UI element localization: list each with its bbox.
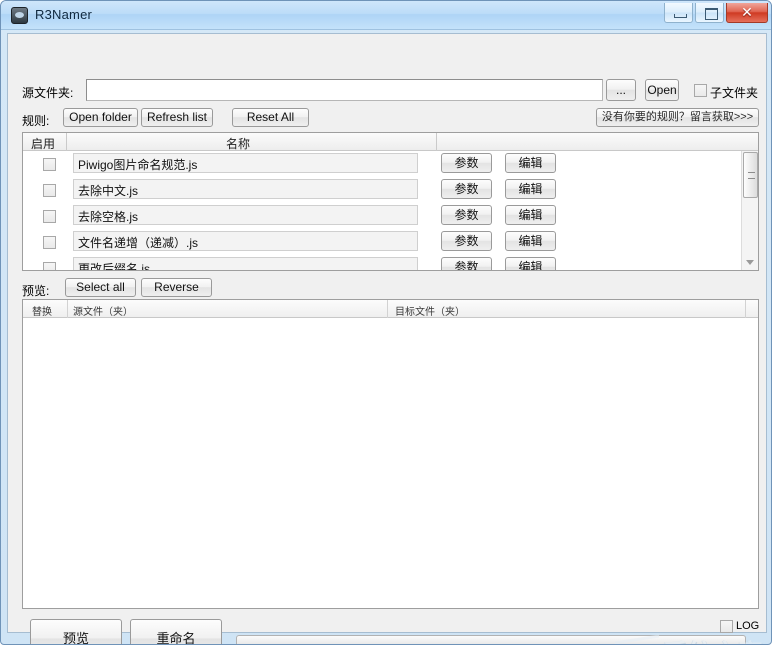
minimize-button[interactable] xyxy=(664,3,693,23)
app-window: R3Namer ✕ 源文件夹: ... Open 子文件夹 规则: Open f… xyxy=(0,0,772,645)
preview-table-header: 替换 源文件（夹） 目标文件（夹） xyxy=(23,300,758,318)
rule-param-button[interactable]: 参数 xyxy=(441,179,492,199)
log-label: LOG xyxy=(736,620,760,632)
header-divider xyxy=(67,300,68,318)
client-area: 源文件夹: ... Open 子文件夹 规则: Open folder Refr… xyxy=(7,33,767,644)
scrollbar-thumb[interactable] xyxy=(743,152,758,198)
source-folder-input[interactable] xyxy=(86,79,603,101)
reset-all-button[interactable]: Reset All xyxy=(232,108,309,127)
rule-enable-checkbox[interactable] xyxy=(43,262,56,270)
subfolder-checkbox[interactable] xyxy=(694,84,707,97)
rule-enable-checkbox[interactable] xyxy=(43,184,56,197)
rule-name-field[interactable]: 去除空格.js xyxy=(73,205,418,225)
rules-list-header: 启用 名称 xyxy=(23,133,758,151)
maximize-button[interactable] xyxy=(695,3,724,23)
table-row[interactable]: Piwigo图片命名规范.js 参数 编辑 xyxy=(23,151,743,177)
log-checkbox[interactable] xyxy=(720,620,733,633)
select-all-button[interactable]: Select all xyxy=(65,278,136,297)
rules-list-body[interactable]: Piwigo图片命名规范.js 参数 编辑 去除中文.js 参数 编辑 去除空格… xyxy=(23,151,743,270)
open-folder-button[interactable]: Open folder xyxy=(63,108,138,127)
rule-param-button[interactable]: 参数 xyxy=(441,153,492,173)
preview-table-panel[interactable]: 替换 源文件（夹） 目标文件（夹） xyxy=(22,299,759,609)
header-divider xyxy=(66,133,67,151)
table-row[interactable]: 更改后缀名.js 参数 编辑 xyxy=(23,255,743,270)
source-folder-label: 源文件夹: xyxy=(22,86,74,100)
chevron-down-icon[interactable] xyxy=(746,260,754,265)
rule-edit-button[interactable]: 编辑 xyxy=(505,205,556,225)
browse-button[interactable]: ... xyxy=(606,79,636,101)
open-button[interactable]: Open xyxy=(645,79,679,101)
rule-edit-button[interactable]: 编辑 xyxy=(505,257,556,270)
preview-button[interactable]: 预览 xyxy=(30,619,122,644)
reverse-button[interactable]: Reverse xyxy=(141,278,212,297)
rules-list-panel: 启用 名称 Piwigo图片命名规范.js 参数 编辑 去除中文.js 参数 编… xyxy=(22,132,759,271)
table-row[interactable]: 去除中文.js 参数 编辑 xyxy=(23,177,743,203)
header-divider xyxy=(436,133,437,151)
close-icon: ✕ xyxy=(741,4,753,20)
rename-button[interactable]: 重命名 xyxy=(130,619,222,644)
window-title: R3Namer xyxy=(35,7,93,22)
rule-enable-checkbox[interactable] xyxy=(43,236,56,249)
refresh-list-button[interactable]: Refresh list xyxy=(141,108,213,127)
rules-list-scrollbar[interactable] xyxy=(741,151,758,270)
table-row[interactable]: 文件名递增（递减）.js 参数 编辑 xyxy=(23,229,743,255)
preview-label: 预览: xyxy=(22,284,50,298)
rule-edit-button[interactable]: 编辑 xyxy=(505,179,556,199)
rule-param-button[interactable]: 参数 xyxy=(441,257,492,270)
column-header-enable: 启用 xyxy=(31,137,56,151)
column-header-replace: 替换 xyxy=(32,307,52,318)
rule-name-field[interactable]: 更改后缀名.js xyxy=(73,257,418,270)
rule-enable-checkbox[interactable] xyxy=(43,158,56,171)
close-button[interactable]: ✕ xyxy=(726,3,768,23)
table-row[interactable]: 去除空格.js 参数 编辑 xyxy=(23,203,743,229)
request-rule-button[interactable]: 没有你要的规则？留言获取>>> xyxy=(596,108,759,127)
progress-bar xyxy=(236,635,746,644)
column-header-target-file: 目标文件（夹） xyxy=(395,307,465,318)
rule-edit-button[interactable]: 编辑 xyxy=(505,153,556,173)
rule-param-button[interactable]: 参数 xyxy=(441,231,492,251)
subfolder-label: 子文件夹 xyxy=(710,86,759,100)
header-divider xyxy=(745,300,746,318)
maximize-icon xyxy=(705,8,718,20)
rule-name-field[interactable]: 去除中文.js xyxy=(73,179,418,199)
rules-label: 规则: xyxy=(22,114,50,128)
header-divider xyxy=(387,300,388,318)
column-header-name: 名称 xyxy=(226,137,251,151)
rule-param-button[interactable]: 参数 xyxy=(441,205,492,225)
app-icon xyxy=(11,7,28,24)
rule-name-field[interactable]: Piwigo图片命名规范.js xyxy=(73,153,418,173)
rule-edit-button[interactable]: 编辑 xyxy=(505,231,556,251)
rule-enable-checkbox[interactable] xyxy=(43,210,56,223)
minimize-icon xyxy=(674,14,687,18)
title-bar: R3Namer ✕ xyxy=(1,1,771,30)
rule-name-field[interactable]: 文件名递增（递减）.js xyxy=(73,231,418,251)
column-header-source-file: 源文件（夹） xyxy=(73,307,133,318)
